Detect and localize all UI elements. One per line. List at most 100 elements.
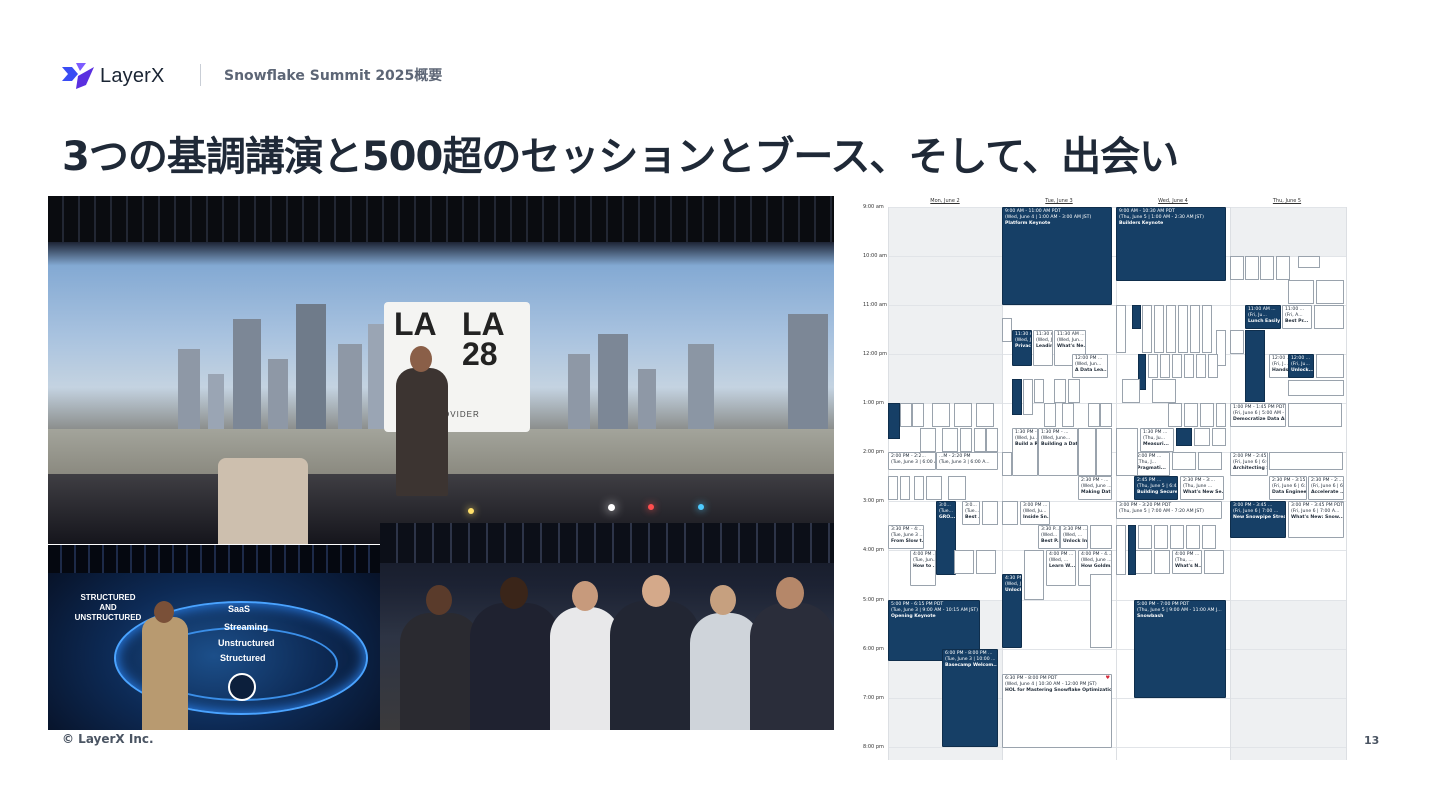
event-slot[interactable] [976, 403, 994, 427]
event-basecamp[interactable]: 6:00 PM - 8:00 PM ... (Tue, June 3 | 10:… [942, 649, 998, 747]
event-slot[interactable] [1088, 403, 1100, 427]
event-slot[interactable] [1168, 403, 1182, 427]
event-slot[interactable] [1148, 354, 1158, 378]
event-whats-new-snow[interactable]: 3:00 PM - 3:45 PM PDT (Fri, June 6 | 7:0… [1288, 501, 1344, 538]
event-slot[interactable] [1012, 379, 1022, 415]
event-slot[interactable] [932, 403, 950, 427]
event-how-to[interactable]: 4:00 PM ... (Tue, Jun... How to ... [910, 550, 936, 586]
event-unlock-value[interactable]: 12:00 ... (Fri, Ju... Unlock... [1288, 354, 1314, 378]
event-slot[interactable] [1062, 403, 1074, 427]
event-pragmatic[interactable]: 2:00 PM ... (Thu, J... Pragmati... [1134, 452, 1170, 476]
event-slot[interactable] [1230, 330, 1244, 354]
event-slot[interactable] [1216, 403, 1226, 427]
event-slot[interactable] [1316, 354, 1344, 378]
event-data-engineer[interactable]: 2:30 PM - 3:15 ... (Fri, June 6 | 6:3...… [1269, 476, 1307, 500]
event-slot[interactable] [1269, 452, 1343, 470]
event-slot[interactable] [1208, 354, 1218, 378]
event-learn-w[interactable]: 4:00 PM ... (Wed, ... Learn W... [1046, 550, 1076, 586]
event-democratize-data[interactable]: 1:00 PM - 1:45 PM PDT (Fri, June 6 | 5:0… [1230, 403, 1286, 427]
event-best-p[interactable]: 3:30 P... (Wed... Best P... [1038, 525, 1060, 549]
event-slot[interactable] [1202, 305, 1212, 353]
event-gro[interactable]: 3:0... (Tue... GRO... [936, 501, 956, 575]
event-accelerate[interactable]: 2:30 PM - 2:... (Fri, June 6 | 6... Acce… [1308, 476, 1344, 500]
event-hol-optimization[interactable]: 6:30 PM - 8:00 PM PDT (Wed, June 4 | 10:… [1002, 674, 1112, 748]
event-measuring[interactable]: 1:30 PM ... (Thu, Ju... Measuri... [1140, 428, 1174, 452]
event-slot[interactable] [1002, 318, 1012, 342]
favorite-heart-icon[interactable]: ♥ [1106, 676, 1110, 681]
event-thu-3pm[interactable]: 3:00 PM - 3:20 PM PDT (Thu, June 5 | 7:0… [1116, 501, 1222, 519]
event-slot[interactable] [920, 428, 936, 452]
event-slot[interactable] [1054, 379, 1066, 403]
event-building-secure[interactable]: 2:45 PM ... (Thu, June 5 | 6:45... Build… [1134, 476, 1178, 500]
event-slot[interactable] [1090, 525, 1112, 549]
event-slot[interactable] [1023, 379, 1033, 415]
event-slot[interactable] [888, 476, 898, 500]
event-slot[interactable] [1116, 305, 1126, 353]
event-slot[interactable] [1260, 256, 1274, 280]
event-whats-new-security[interactable]: 2:30 PM - 3:... (Thu, June ... What's Ne… [1180, 476, 1224, 500]
event-slot[interactable] [948, 476, 966, 500]
event-slot[interactable] [1034, 379, 1044, 403]
event-slot[interactable] [1184, 354, 1194, 378]
event-build-a-re[interactable]: 1:30 PM - ... (Wed, Ju... Build a Re... [1012, 428, 1038, 476]
event-tue-2pm-b[interactable]: ...M - 2:20 PM (Tue, June 3 | 6:00 A... [936, 452, 998, 470]
event-slot[interactable] [1184, 403, 1198, 427]
event-slot[interactable] [1230, 256, 1244, 280]
event-slot[interactable] [912, 403, 924, 427]
event-unlock-wed[interactable]: 4:30 PM ... (Wed, J... Unlock I... [1002, 574, 1022, 648]
event-unlock-in[interactable]: 3:30 PM ... (Wed, ... Unlock In... [1060, 525, 1088, 549]
event-platform-keynote[interactable]: 9:00 AM - 11:00 AM PDT (Wed, June 4 | 1:… [1002, 207, 1112, 305]
event-slot[interactable] [1200, 403, 1214, 427]
event-slot[interactable] [1154, 525, 1168, 549]
event-slot[interactable] [900, 476, 910, 500]
event-slot[interactable] [1288, 280, 1314, 304]
event-snowbash[interactable]: 5:00 PM - 7:00 PM PDT (Thu, June 5 | 9:0… [1134, 600, 1226, 698]
event-slot[interactable] [1276, 256, 1290, 280]
event-slot[interactable] [1288, 403, 1342, 427]
event-slot[interactable] [1154, 550, 1170, 574]
event-lunch-easily[interactable]: 11:00 AM ... (Fri, Ju... Lunch Easily [1245, 305, 1281, 329]
event-slot[interactable] [926, 476, 942, 500]
event-slot[interactable] [1194, 428, 1210, 446]
event-slot[interactable] [1186, 525, 1200, 549]
event-slot[interactable] [942, 428, 958, 452]
event-slot[interactable] [1096, 428, 1112, 476]
event-slot[interactable] [1122, 379, 1140, 403]
event-slot[interactable] [1090, 574, 1112, 648]
event-slot[interactable] [954, 550, 974, 574]
event-slot[interactable] [1002, 501, 1018, 525]
event-leading[interactable]: 11:30 AM ... (Wed, J... Leading... [1033, 330, 1053, 366]
event-slot[interactable] [1212, 428, 1226, 446]
event-slot[interactable] [1138, 525, 1152, 549]
event-inside-sn[interactable]: 3:00 PM ... (Wed, Ju... Inside Sn... [1020, 501, 1050, 525]
event-slot[interactable] [1068, 379, 1080, 403]
event-slot[interactable] [1044, 403, 1056, 427]
event-slot[interactable] [1170, 525, 1184, 549]
event-slot[interactable] [1198, 452, 1222, 470]
event-slot[interactable] [1128, 525, 1136, 575]
event-slot[interactable] [1142, 305, 1152, 353]
event-from-slow[interactable]: 3:30 PM - 4:... (Tue, June 3 ... From Sl… [888, 525, 924, 549]
event-slot[interactable] [914, 476, 924, 500]
event-slot[interactable] [1202, 525, 1216, 549]
event-slot[interactable] [1190, 305, 1200, 353]
event-slot[interactable] [986, 428, 998, 452]
event-slot[interactable] [900, 403, 912, 427]
event-building-a-dat[interactable]: 1:30 PM - ... (Wed, June... Building a D… [1038, 428, 1078, 476]
event-slot[interactable] [1316, 280, 1344, 304]
event-slot[interactable] [1160, 354, 1170, 378]
event-architecting[interactable]: 2:00 PM - 2:45 ... (Fri, June 6 | 6:0...… [1230, 452, 1268, 476]
event-data-leader[interactable]: 12:00 PM ... (Wed, Jun... A Data Lea... [1072, 354, 1108, 378]
event-slot[interactable] [1176, 428, 1192, 446]
event-slot[interactable] [1154, 305, 1164, 353]
event-making-dat[interactable]: 2:30 PM - ... (Wed, June ... Making Dat.… [1078, 476, 1112, 500]
event-slot[interactable] [1002, 452, 1012, 476]
event-slot[interactable] [982, 501, 998, 525]
event-whats-n[interactable]: 4:00 PM ... (Thu, ... What's N... [1172, 550, 1202, 574]
event-slot[interactable] [1314, 305, 1344, 329]
event-slot[interactable] [1298, 256, 1320, 268]
event-slot[interactable] [1178, 305, 1188, 353]
event-slot[interactable] [976, 550, 996, 574]
event-slot[interactable] [1116, 525, 1126, 575]
event-slot[interactable] [1116, 428, 1138, 476]
